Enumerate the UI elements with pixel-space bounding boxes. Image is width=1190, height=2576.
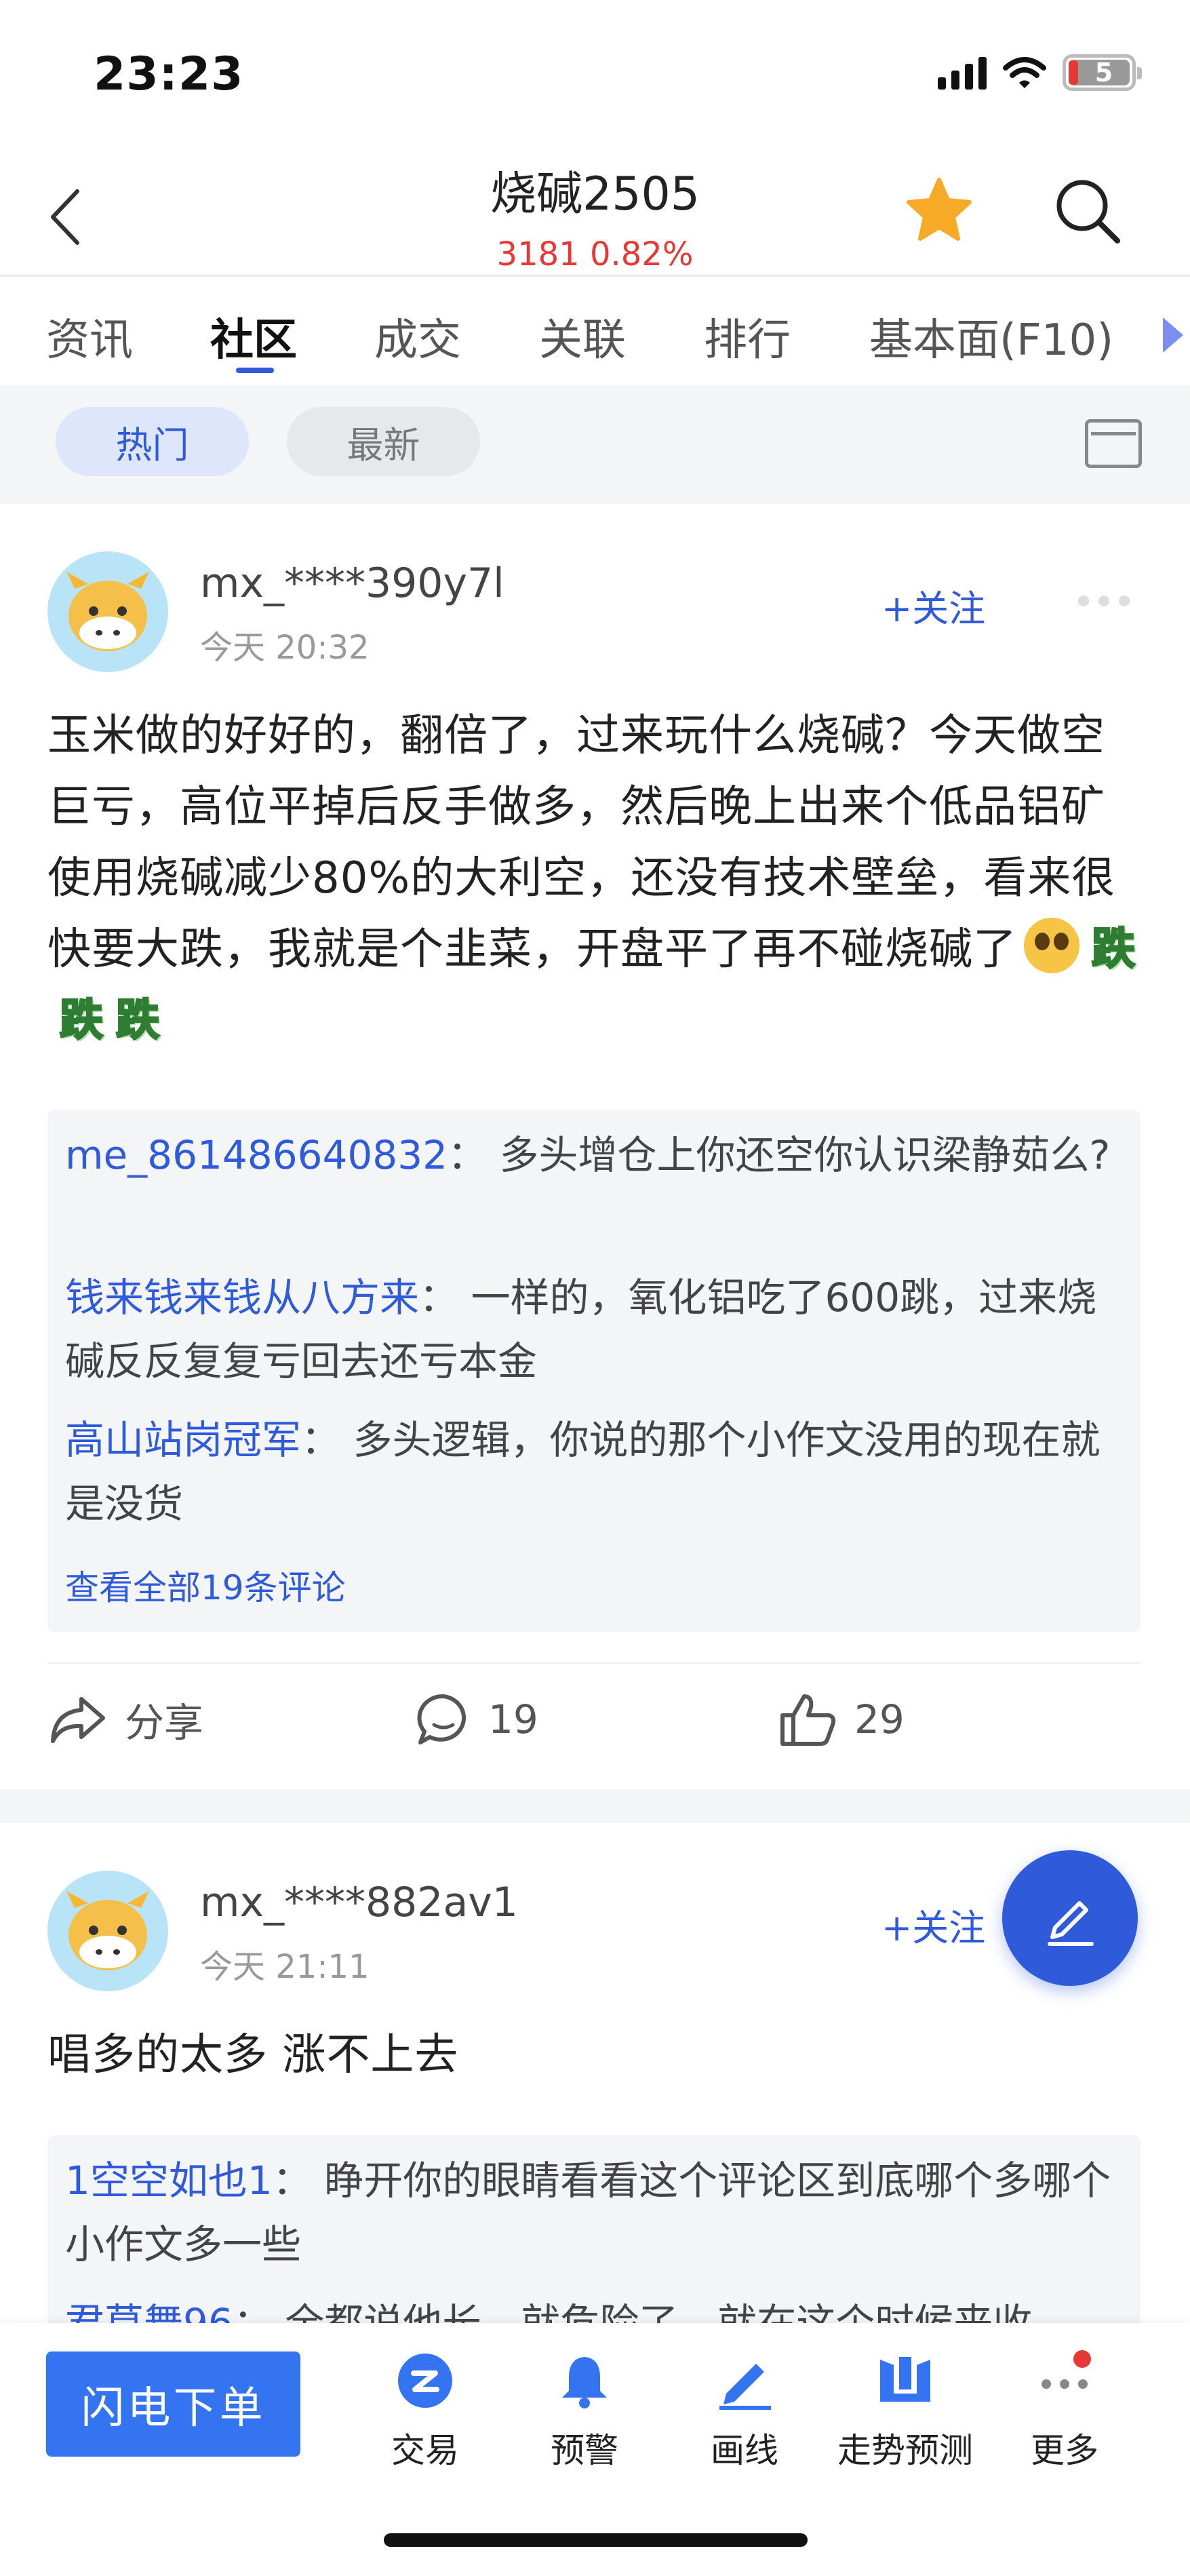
share-button[interactable]: 分享 [47,1691,203,1748]
tab-trades[interactable]: 成交 [374,305,461,368]
nav-label: 交易 [391,2431,459,2470]
notification-dot [1073,2350,1091,2368]
comments-preview[interactable]: 1空空如也1： 睁开你的眼睛看看这个评论区到底哪个多哪个小作文多一些 君莫舞96… [47,2135,1141,2346]
nav-label: 画线 [711,2431,778,2470]
wifi-icon [1003,57,1046,88]
bell-icon [554,2350,615,2411]
nav-label: 预警 [551,2431,618,2470]
pleading-emoji-icon [1024,918,1079,973]
title-block: 烧碱2505 3181 0.82% [0,156,1190,273]
nav-label: 走势预测 [837,2431,973,2470]
nav-trade[interactable]: 交易 [347,2350,503,2472]
comment-user[interactable]: 高山站岗冠军 [65,1417,301,1463]
share-icon [51,1697,105,1743]
search-icon[interactable] [1050,173,1124,248]
status-time: 23:23 [94,47,244,101]
status-bar: 23:23 5 [0,0,1190,146]
more-options-icon[interactable] [1078,596,1130,606]
home-indicator[interactable] [384,2533,808,2547]
post-text: 玉米做的好好的，翻倍了，过来玩什么烧碱？今天做空巨亏，高位平掉后反手做多，然后晚… [47,711,1116,975]
filter-hot-button[interactable]: 热门 [56,407,249,476]
comment-icon [417,1694,466,1744]
nav-draw[interactable]: 画线 [667,2350,822,2472]
post-text: 唱多的太多 涨不上去 [47,2030,459,2080]
follow-button[interactable]: +关注 [881,1898,985,1951]
tab-fundamentals[interactable]: 基本面(F10) [869,305,1113,368]
like-count: 29 [854,1696,905,1742]
nav-trend-forecast[interactable]: 走势预测 [827,2350,983,2472]
compose-post-button[interactable] [1002,1850,1138,1986]
favorite-star-icon[interactable] [902,173,976,248]
drop-sticker: 跌 [59,995,104,1047]
username[interactable]: mx_****882av1 [200,1879,518,1926]
book-chart-icon [875,2350,936,2411]
cellular-signal-icon [938,56,987,90]
like-button[interactable]: 29 [777,1691,905,1748]
post-body: 玉米做的好好的，翻倍了，过来玩什么烧碱？今天做空巨亏，高位平掉后反手做多，然后晚… [47,701,1146,1057]
header: 烧碱2505 3181 0.82% [0,146,1190,275]
flash-order-button[interactable]: 闪电下单 [46,2351,300,2457]
avatar[interactable] [47,1871,168,1991]
post-time: 今天 21:11 [200,1948,370,1986]
avatar[interactable] [47,551,168,672]
message-icon[interactable] [1085,419,1142,468]
post-card: mx_****390y7l 今天 20:32 +关注 玉米做的好好的，翻倍了，过… [0,504,1190,1793]
drop-sticker: 跌 [1091,924,1136,976]
share-label: 分享 [125,1700,204,1746]
tab-news[interactable]: 资讯 [46,305,133,368]
tab-bar: 资讯 社区 成交 关联 排行 基本面(F10) [0,278,1190,387]
battery-icon: 5 [1063,54,1142,91]
nav-alert[interactable]: 预警 [507,2350,662,2472]
cow-avatar-icon [66,572,149,651]
comment-user[interactable]: me_861486640832 [65,1132,448,1178]
cow-avatar-icon [66,1891,149,1970]
thumbs-up-icon [780,1694,836,1746]
comment-item[interactable]: me_861486640832： 多头增仓上你还空你认识梁静茹么? [65,1123,1123,1187]
active-tab-indicator [236,368,274,373]
tab-scroll-right-icon[interactable] [1163,317,1183,353]
comment-item[interactable]: 1空空如也1： 睁开你的眼睛看看这个评论区到底哪个多哪个小作文多一些 [65,2149,1123,2276]
comment-item[interactable]: 高山站岗冠军： 多头逻辑，你说的那个小作文没用的现在就是没货 [65,1408,1123,1536]
follow-button[interactable]: +关注 [881,579,985,632]
comment-text: 多头增仓上你还空你认识梁静茹么? [499,1132,1111,1178]
status-icons: 5 [938,54,1142,91]
header-divider [0,275,1190,277]
tab-community[interactable]: 社区 [210,305,297,368]
comment-user[interactable]: 1空空如也1 [65,2158,273,2204]
trade-icon [395,2350,456,2411]
edit-pencil-icon [1048,1901,1094,1946]
more-dots-icon [1034,2350,1095,2411]
comment-button[interactable]: 19 [415,1691,538,1748]
price-change: 3181 0.82% [496,235,694,273]
nav-more[interactable]: 更多 [987,2350,1143,2472]
tab-ranking[interactable]: 排行 [704,305,791,368]
tab-related[interactable]: 关联 [539,305,626,368]
username[interactable]: mx_****390y7l [200,560,504,607]
comment-item[interactable]: 钱来钱来钱从八方来： 一样的，氧化铝吃了600跳，过来烧碱反反复复亏回去还亏本金 [65,1266,1123,1393]
post-time: 今天 20:32 [200,629,370,667]
drop-sticker: 跌 [115,995,161,1047]
post-separator [0,1789,1190,1823]
comment-user[interactable]: 钱来钱来钱从八方来 [65,1274,419,1321]
comments-preview[interactable]: me_861486640832： 多头增仓上你还空你认识梁静茹么? 钱来钱来钱从… [47,1110,1141,1632]
view-all-comments-link[interactable]: 查看全部19条评论 [65,1561,346,1609]
comment-count: 19 [488,1696,538,1742]
page-title: 烧碱2505 [490,168,700,221]
nav-label: 更多 [1031,2431,1098,2470]
filter-latest-button[interactable]: 最新 [287,407,480,476]
draw-line-icon [714,2350,775,2411]
post-actions: 分享 19 29 [0,1664,1190,1765]
filter-bar: 热门 最新 [0,385,1190,504]
